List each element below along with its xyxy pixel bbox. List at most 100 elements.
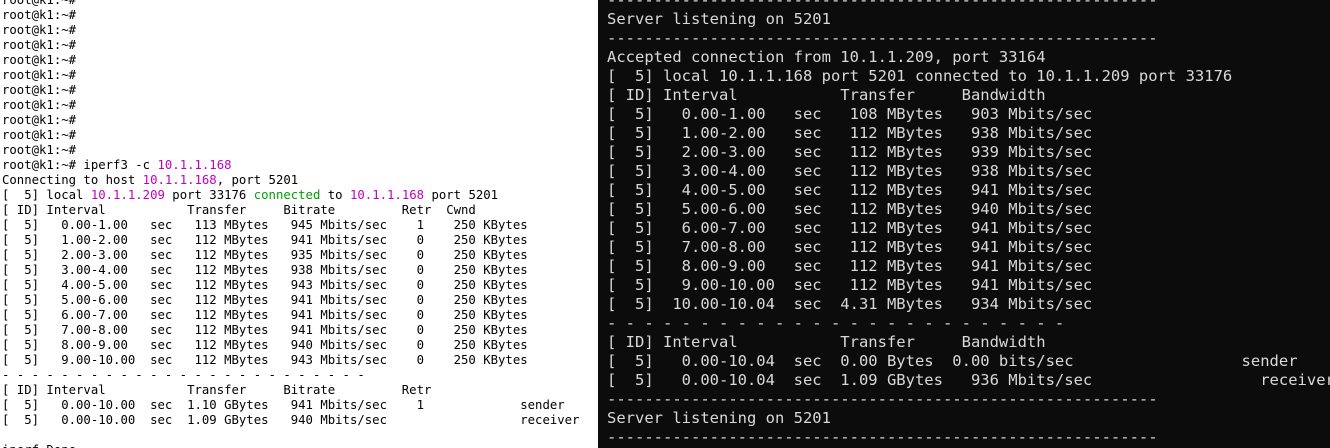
terminal-line: Server listening on 5201 xyxy=(607,409,1330,428)
terminal-text-segment: ----------------------------------------… xyxy=(607,29,1158,47)
terminal-line: [ ID] Interval Transfer Bandwidth xyxy=(607,86,1330,105)
right-terminal-output: ----------------------------------------… xyxy=(607,0,1330,447)
terminal-text-segment: 10.1.1.168 xyxy=(142,173,217,187)
terminal-text-segment: [ 5] 7.00-8.00 sec 112 MBytes 941 Mbits/… xyxy=(607,238,1093,256)
terminal-line: [ 5] 0.00-1.00 sec 113 MBytes 945 Mbits/… xyxy=(2,218,579,233)
terminal-line: root@k1:~# xyxy=(2,0,579,8)
terminal-line: [ 5] 10.00-10.04 sec 4.31 MBytes 934 Mbi… xyxy=(607,295,1330,314)
terminal-text-segment: [ 5] 2.00-3.00 sec 112 MBytes 935 Mbits/… xyxy=(2,248,528,262)
terminal-text-segment: Connecting to host xyxy=(2,173,143,187)
terminal-line: [ ID] Interval Transfer Bitrate Retr xyxy=(2,383,579,398)
terminal-text-segment: ----------------------------------------… xyxy=(607,428,1158,446)
terminal-text-segment: Accepted connection from 10.1.1.209, por… xyxy=(607,48,1046,66)
terminal-line: [ 5] 5.00-6.00 sec 112 MBytes 941 Mbits/… xyxy=(2,293,579,308)
terminal-text-segment: [ 5] local xyxy=(2,188,91,202)
terminal-text-segment: port 33176 xyxy=(164,188,254,202)
terminal-line: [ 5] 3.00-4.00 sec 112 MBytes 938 Mbits/… xyxy=(2,263,579,278)
terminal-line: [ 5] 0.00-10.00 sec 1.09 GBytes 940 Mbit… xyxy=(2,413,579,428)
terminal-text-segment: root@k1:~# xyxy=(2,143,77,157)
terminal-text-segment: connected xyxy=(253,188,321,202)
terminal-text-segment: [ ID] Interval Transfer Bitrate Retr xyxy=(2,383,432,397)
terminal-line: Connecting to host 10.1.1.168, port 5201 xyxy=(2,173,579,188)
terminal-line: [ 5] local 10.1.1.209 port 33176 connect… xyxy=(2,188,579,203)
terminal-line: root@k1:~# xyxy=(2,68,579,83)
terminal-text-segment: iperf Done. xyxy=(2,443,83,448)
terminal-line: root@k1:~# xyxy=(2,53,579,68)
terminal-text-segment: [ 5] 0.00-1.00 sec 108 MBytes 903 Mbits/… xyxy=(607,105,1093,123)
right-terminal-pane[interactable]: ----------------------------------------… xyxy=(598,0,1330,448)
terminal-text-segment: root@k1:~# xyxy=(2,113,77,127)
terminal-text-segment: [ 5] 3.00-4.00 sec 112 MBytes 938 Mbits/… xyxy=(2,263,528,277)
terminal-line: [ 5] 4.00-5.00 sec 112 MBytes 941 Mbits/… xyxy=(607,181,1330,200)
terminal-line: [ 5] 9.00-10.00 sec 112 MBytes 943 Mbits… xyxy=(2,353,579,368)
terminal-text-segment: - - - - - - - - - - - - - - - - - - - - … xyxy=(607,314,1065,332)
terminal-text-segment: root@k1:~# xyxy=(2,8,77,22)
left-terminal-pane[interactable]: root@k1:~# root@k1:~# root@k1:~# root@k1:~#… xyxy=(0,0,598,448)
terminal-text-segment: [ 5] 8.00-9.00 sec 112 MBytes 940 Mbits/… xyxy=(2,338,528,352)
terminal-text-segment: [ 5] 2.00-3.00 sec 112 MBytes 939 Mbits/… xyxy=(607,143,1093,161)
terminal-text-segment: [ 5] 1.00-2.00 sec 112 MBytes 938 Mbits/… xyxy=(607,124,1093,142)
terminal-line: [ 5] 8.00-9.00 sec 112 MBytes 940 Mbits/… xyxy=(2,338,579,353)
terminal-text-segment: [ ID] Interval Transfer Bandwidth xyxy=(607,333,1046,351)
terminal-line: [ 5] local 10.1.1.168 port 5201 connecte… xyxy=(607,67,1330,86)
terminal-line: root@k1:~# xyxy=(2,23,579,38)
terminal-line: [ 5] 0.00-1.00 sec 108 MBytes 903 Mbits/… xyxy=(607,105,1330,124)
terminal-text-segment: port 5201 xyxy=(424,188,499,202)
terminal-text-segment: [ 5] 1.00-2.00 sec 112 MBytes 941 Mbits/… xyxy=(2,233,528,247)
terminal-text-segment: root@k1:~# xyxy=(2,128,77,142)
terminal-line: [ 5] 9.00-10.00 sec 112 MBytes 941 Mbits… xyxy=(607,276,1330,295)
terminal-text-segment: [ 5] 0.00-10.00 sec 1.09 GBytes 940 Mbit… xyxy=(2,413,580,427)
terminal-text-segment: to xyxy=(320,188,350,202)
terminal-line: [ 5] 0.00-10.00 sec 1.10 GBytes 941 Mbit… xyxy=(2,398,579,413)
terminal-line: [ 5] 8.00-9.00 sec 112 MBytes 941 Mbits/… xyxy=(607,257,1330,276)
terminal-text-segment: [ 5] 7.00-8.00 sec 112 MBytes 941 Mbits/… xyxy=(2,323,528,337)
terminal-text-segment: [ 5] 5.00-6.00 sec 112 MBytes 940 Mbits/… xyxy=(607,200,1093,218)
terminal-line: - - - - - - - - - - - - - - - - - - - - … xyxy=(2,368,579,383)
terminal-text-segment: [ 5] 0.00-10.04 sec 0.00 Bytes 0.00 bits… xyxy=(607,352,1298,370)
terminal-line: [ 5] 0.00-10.04 sec 1.09 GBytes 936 Mbit… xyxy=(607,371,1330,390)
terminal-text-segment: [ 5] 9.00-10.00 sec 112 MBytes 943 Mbits… xyxy=(2,353,528,367)
terminal-line: [ ID] Interval Transfer Bitrate Retr Cwn… xyxy=(2,203,579,218)
terminal-text-segment: [ 5] 4.00-5.00 sec 112 MBytes 943 Mbits/… xyxy=(2,278,528,292)
terminal-text-segment: [ ID] Interval Transfer Bitrate Retr Cwn… xyxy=(2,203,476,217)
terminal-text-segment: [ 5] 6.00-7.00 sec 112 MBytes 941 Mbits/… xyxy=(2,308,528,322)
terminal-line: [ 5] 7.00-8.00 sec 112 MBytes 941 Mbits/… xyxy=(607,238,1330,257)
terminal-line: [ ID] Interval Transfer Bandwidth xyxy=(607,333,1330,352)
terminal-line: [ 5] 7.00-8.00 sec 112 MBytes 941 Mbits/… xyxy=(2,323,579,338)
terminal-line: - - - - - - - - - - - - - - - - - - - - … xyxy=(607,314,1330,333)
terminal-line: ----------------------------------------… xyxy=(607,0,1330,10)
terminal-line: [ 5] 0.00-10.04 sec 0.00 Bytes 0.00 bits… xyxy=(607,352,1330,371)
terminal-text-segment: [ 5] 10.00-10.04 sec 4.31 MBytes 934 Mbi… xyxy=(607,295,1093,313)
terminal-text-segment: [ 5] 5.00-6.00 sec 112 MBytes 941 Mbits/… xyxy=(2,293,528,307)
terminal-line: [ 5] 1.00-2.00 sec 112 MBytes 938 Mbits/… xyxy=(607,124,1330,143)
terminal-text-segment: root@k1:~# xyxy=(2,0,77,7)
terminal-text-segment: root@k1:~# xyxy=(2,53,77,67)
terminal-text-segment: ----------------------------------------… xyxy=(607,390,1158,408)
terminal-line: root@k1:~# xyxy=(2,83,579,98)
terminal-text-segment: root@k1:~# xyxy=(2,23,77,37)
terminal-text-segment: Server listening on 5201 xyxy=(607,10,831,28)
terminal-line: [ 5] 5.00-6.00 sec 112 MBytes 940 Mbits/… xyxy=(607,200,1330,219)
terminal-text-segment: ----------------------------------------… xyxy=(607,0,1158,9)
terminal-text-segment: [ 5] 9.00-10.00 sec 112 MBytes 941 Mbits… xyxy=(607,276,1093,294)
terminal-text-segment: root@k1:~# xyxy=(2,68,77,82)
terminal-line: Server listening on 5201 xyxy=(607,10,1330,29)
terminal-text-segment: - - - - - - - - - - - - - - - - - - - - … xyxy=(2,368,365,382)
terminal-text-segment: [ 5] 6.00-7.00 sec 112 MBytes 941 Mbits/… xyxy=(607,219,1093,237)
terminal-text-segment: [ 5] 4.00-5.00 sec 112 MBytes 941 Mbits/… xyxy=(607,181,1093,199)
terminal-text-segment: root@k1:~# xyxy=(2,38,77,52)
terminal-text-segment: , port 5201 xyxy=(216,173,299,187)
terminal-line: root@k1:~# xyxy=(2,143,579,158)
terminal-text-segment: 10.1.1.168 xyxy=(350,188,425,202)
terminal-text-segment: 10.1.1.168 xyxy=(157,158,232,172)
terminal-line: root@k1:~# xyxy=(2,98,579,113)
terminal-text-segment: [ ID] Interval Transfer Bandwidth xyxy=(607,86,1046,104)
terminal-line: [ 5] 2.00-3.00 sec 112 MBytes 939 Mbits/… xyxy=(607,143,1330,162)
terminal-line: root@k1:~# xyxy=(2,128,579,143)
terminal-line: root@k1:~# xyxy=(2,113,579,128)
terminal-line: Accepted connection from 10.1.1.209, por… xyxy=(607,48,1330,67)
terminal-line: root@k1:~# iperf3 -c 10.1.1.168 xyxy=(2,158,579,173)
terminal-line: root@k1:~# xyxy=(2,8,579,23)
terminal-text-segment: root@k1:~# iperf3 -c xyxy=(2,158,158,172)
